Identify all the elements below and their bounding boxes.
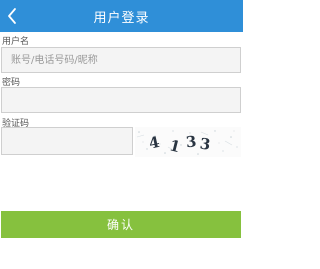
captcha-char-1: 4: [147, 133, 161, 153]
username-input[interactable]: [1, 47, 241, 73]
confirm-button[interactable]: 确认: [1, 211, 241, 238]
back-button[interactable]: [5, 6, 19, 26]
captcha-char-4: 3: [199, 135, 212, 154]
captcha-char-3: 3: [185, 132, 197, 151]
username-label: 用户名: [2, 37, 30, 47]
password-input[interactable]: [1, 87, 241, 113]
captcha-char-2: 1: [168, 136, 182, 156]
page-title: 用户登录: [93, 10, 150, 26]
chevron-left-icon: [8, 8, 16, 24]
app-header: 用户登录: [0, 0, 243, 32]
captcha-image[interactable]: 4 1 3 3: [135, 127, 241, 157]
captcha-input[interactable]: [1, 127, 133, 155]
